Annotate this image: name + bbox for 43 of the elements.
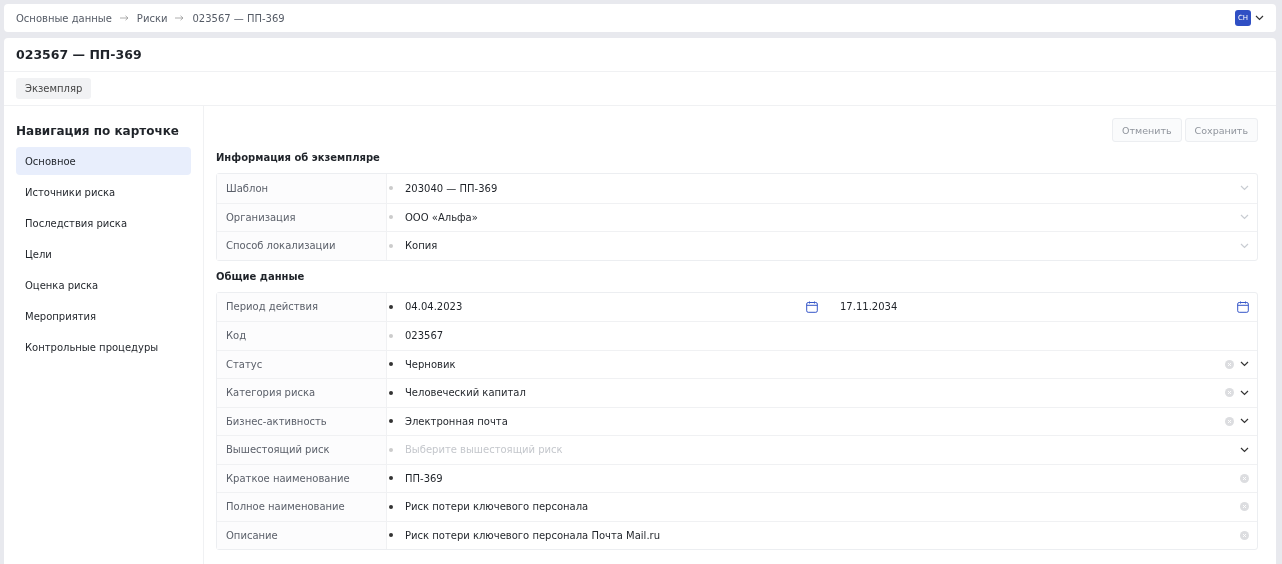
clear-icon[interactable] bbox=[1240, 473, 1249, 483]
field-label: Описание bbox=[217, 521, 387, 549]
section-title: Общие данные bbox=[216, 270, 306, 282]
clear-icon[interactable] bbox=[1225, 359, 1234, 369]
input-field[interactable]: Риск потери ключевого персонала bbox=[405, 501, 1240, 513]
chevron-down-icon[interactable] bbox=[1240, 389, 1249, 396]
clear-icon[interactable] bbox=[1240, 530, 1249, 540]
breadcrumb-link[interactable]: Основные данные bbox=[16, 12, 112, 24]
section-title: Информация об экземпляре bbox=[216, 152, 381, 163]
clear-icon[interactable] bbox=[1225, 416, 1234, 426]
nav-item[interactable]: Оценка риска bbox=[16, 271, 191, 299]
field-label: Период действия bbox=[217, 292, 387, 321]
nav-item[interactable]: Источники риска bbox=[16, 178, 191, 206]
input-field[interactable]: Риск потери ключевого персонала Почта Mail.ru bbox=[405, 529, 1240, 541]
chevron-down-icon[interactable] bbox=[1255, 15, 1264, 21]
breadcrumb-link[interactable]: 023567 — ПП-369 bbox=[192, 12, 285, 24]
select-field[interactable]: Электронная почта bbox=[405, 415, 1225, 427]
select-field[interactable]: Человеческий капитал bbox=[405, 387, 1225, 399]
date-field[interactable]: 17.11.2034 bbox=[818, 301, 1237, 313]
chevron-down-icon[interactable] bbox=[1240, 418, 1249, 425]
chevron-down-icon[interactable] bbox=[1240, 361, 1249, 368]
nav-item[interactable]: Последствия риска bbox=[16, 209, 191, 237]
clear-icon[interactable] bbox=[1240, 502, 1249, 512]
calendar-icon[interactable] bbox=[1237, 300, 1249, 313]
page-title: 023567 — ПП-369 bbox=[4, 38, 1276, 72]
nav-title: Навигация по карточке bbox=[16, 124, 180, 138]
nav-item[interactable]: Основное bbox=[16, 147, 191, 175]
input-field[interactable]: ПП-369 bbox=[405, 472, 1240, 484]
field-label: Способ локализации bbox=[217, 232, 387, 260]
clear-icon[interactable] bbox=[1225, 388, 1234, 398]
breadcrumb-link[interactable]: Риски bbox=[136, 12, 168, 24]
calendar-icon[interactable] bbox=[806, 300, 818, 313]
arrow-right-icon bbox=[119, 15, 129, 21]
nav-item[interactable]: Контрольные процедуры bbox=[16, 333, 191, 361]
tab[interactable]: Экземпляр bbox=[16, 78, 92, 99]
select-field[interactable]: Черновик bbox=[405, 358, 1225, 370]
chevron-down-icon[interactable] bbox=[1240, 446, 1249, 453]
arrow-right-icon bbox=[175, 15, 185, 21]
input-field[interactable]: 023567 bbox=[405, 330, 1249, 342]
date-field[interactable]: 04.04.2023 bbox=[405, 301, 806, 313]
nav-item[interactable]: Мероприятия bbox=[16, 302, 191, 330]
field-label: Шаблон bbox=[217, 174, 387, 203]
nav-item[interactable]: Цели bbox=[16, 240, 191, 268]
